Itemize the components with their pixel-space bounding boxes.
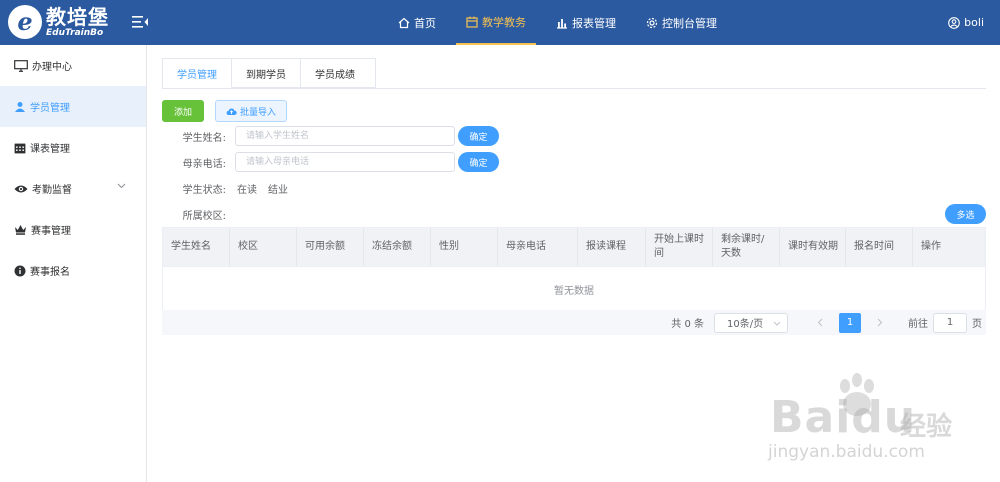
table-header: 学生姓名 校区 可用余额 冻结余额 性别 母亲电话 报读课程 开始上课时 间 剩… bbox=[163, 228, 985, 267]
tab-student-management[interactable]: 学员管理 bbox=[163, 59, 232, 88]
column-header[interactable]: 学生姓名 bbox=[163, 228, 230, 266]
column-header[interactable]: 冻结余额 bbox=[364, 228, 431, 266]
monitor-icon bbox=[14, 59, 28, 72]
student-name-input[interactable] bbox=[235, 126, 455, 146]
chevron-left-icon bbox=[817, 318, 823, 327]
user-menu[interactable]: boli bbox=[948, 0, 984, 45]
prev-page-button[interactable] bbox=[809, 313, 831, 333]
main-content: 学员管理 到期学员 学员成绩 添加 批量导入 学生姓名: 确定 母亲电话: 确定… bbox=[162, 58, 986, 335]
chevron-down-icon[interactable] bbox=[117, 183, 126, 189]
column-header[interactable]: 剩余课时/ 天数 bbox=[713, 228, 780, 266]
student-status-label: 学生状态: bbox=[182, 184, 226, 196]
sidebar-item-service-center[interactable]: 办理中心 bbox=[0, 45, 146, 86]
toolbar: 添加 批量导入 bbox=[162, 100, 287, 122]
filter-campus: 所属校区: 多选 bbox=[162, 203, 986, 225]
goto-page-input[interactable] bbox=[933, 312, 967, 333]
gear-icon bbox=[646, 17, 658, 28]
filter-student-status: 学生状态: 在读 结业 bbox=[162, 177, 288, 199]
top-header: e 教培堡 EduTrainBo 首页 教学教务 报表管理 控制台管理 boli bbox=[0, 0, 1000, 45]
nav-reports[interactable]: 报表管理 bbox=[546, 0, 626, 45]
menu-toggle-icon[interactable] bbox=[132, 15, 148, 29]
students-icon bbox=[15, 101, 25, 112]
add-button[interactable]: 添加 bbox=[162, 100, 204, 122]
sidebar-item-attendance[interactable]: 考勤监督 bbox=[0, 168, 146, 209]
students-table: 学生姓名 校区 可用余额 冻结余额 性别 母亲电话 报读课程 开始上课时 间 剩… bbox=[162, 227, 986, 313]
column-header[interactable]: 可用余额 bbox=[297, 228, 364, 266]
mother-phone-label: 母亲电话: bbox=[182, 158, 226, 170]
nav-console[interactable]: 控制台管理 bbox=[636, 0, 727, 45]
user-name: boli bbox=[964, 16, 984, 29]
sidebar-item-students[interactable]: 学员管理 bbox=[0, 86, 146, 127]
mother-phone-confirm-button[interactable]: 确定 bbox=[458, 152, 499, 172]
crown-icon bbox=[15, 225, 26, 235]
paw-icon bbox=[840, 373, 874, 416]
student-name-confirm-button[interactable]: 确定 bbox=[458, 126, 499, 146]
logo-mark-icon: e bbox=[8, 5, 42, 39]
user-icon bbox=[948, 16, 961, 29]
logo-subtitle: EduTrainBo bbox=[46, 27, 104, 38]
column-header[interactable]: 校区 bbox=[230, 228, 297, 266]
student-name-label: 学生姓名: bbox=[182, 132, 226, 144]
bar-chart-icon bbox=[557, 18, 567, 29]
filter-mother-phone: 母亲电话: 确定 bbox=[162, 151, 499, 173]
baidu-watermark: Baidu 经验 jingyan.baidu.com bbox=[750, 372, 990, 472]
next-page-button[interactable] bbox=[869, 313, 891, 333]
tab-expired-students[interactable]: 到期学员 bbox=[232, 59, 301, 87]
cloud-upload-icon bbox=[226, 108, 237, 115]
eye-icon bbox=[14, 185, 28, 192]
sidebar-item-schedule[interactable]: 课表管理 bbox=[0, 127, 146, 168]
tab-divider bbox=[162, 88, 986, 89]
campus-label: 所属校区: bbox=[182, 210, 226, 222]
status-option-graduated[interactable]: 结业 bbox=[268, 181, 288, 196]
filter-student-name: 学生姓名: 确定 bbox=[162, 125, 499, 147]
multi-select-button[interactable]: 多选 bbox=[945, 204, 986, 224]
status-option-enrolled[interactable]: 在读 bbox=[237, 181, 257, 196]
chevron-right-icon bbox=[877, 318, 883, 327]
nav-home[interactable]: 首页 bbox=[388, 0, 446, 45]
sidebar-item-event-signup[interactable]: 赛事报名 bbox=[0, 250, 146, 291]
calendar-icon bbox=[14, 143, 26, 153]
logo-title: 教培堡 bbox=[46, 4, 109, 29]
home-icon bbox=[398, 17, 410, 28]
mother-phone-input[interactable] bbox=[235, 152, 455, 172]
column-header[interactable]: 性别 bbox=[431, 228, 498, 266]
total-count: 共 0 条 bbox=[671, 319, 704, 330]
chevron-down-icon bbox=[773, 321, 781, 326]
top-nav: 首页 教学教务 报表管理 控制台管理 bbox=[388, 0, 737, 45]
empty-state: 暂无数据 bbox=[554, 286, 594, 297]
column-header[interactable]: 操作 bbox=[913, 228, 985, 266]
calendar-icon bbox=[466, 16, 478, 28]
column-header[interactable]: 课时有效期 bbox=[780, 228, 846, 266]
goto-page: 前往 页 bbox=[908, 312, 982, 333]
column-header[interactable]: 报读课程 bbox=[578, 228, 646, 266]
nav-teaching[interactable]: 教学教务 bbox=[456, 0, 536, 45]
info-icon bbox=[14, 265, 26, 276]
batch-import-button[interactable]: 批量导入 bbox=[215, 100, 287, 122]
tab-bar: 学员管理 到期学员 学员成绩 bbox=[162, 58, 376, 88]
sidebar: 办理中心 学员管理 课表管理 考勤监督 赛事管理 赛事报名 bbox=[0, 45, 147, 482]
logo[interactable]: e 教培堡 EduTrainBo bbox=[8, 5, 109, 39]
page-size-select[interactable]: 10条/页 bbox=[714, 312, 788, 333]
sidebar-item-events[interactable]: 赛事管理 bbox=[0, 209, 146, 250]
column-header[interactable]: 报名时间 bbox=[846, 228, 913, 266]
pagination: 共 0 条 10条/页 1 前往 页 bbox=[162, 310, 986, 335]
column-header[interactable]: 母亲电话 bbox=[498, 228, 578, 266]
column-header[interactable]: 开始上课时 间 bbox=[646, 228, 713, 266]
page-number[interactable]: 1 bbox=[839, 312, 861, 333]
tab-student-scores[interactable]: 学员成绩 bbox=[301, 59, 369, 87]
